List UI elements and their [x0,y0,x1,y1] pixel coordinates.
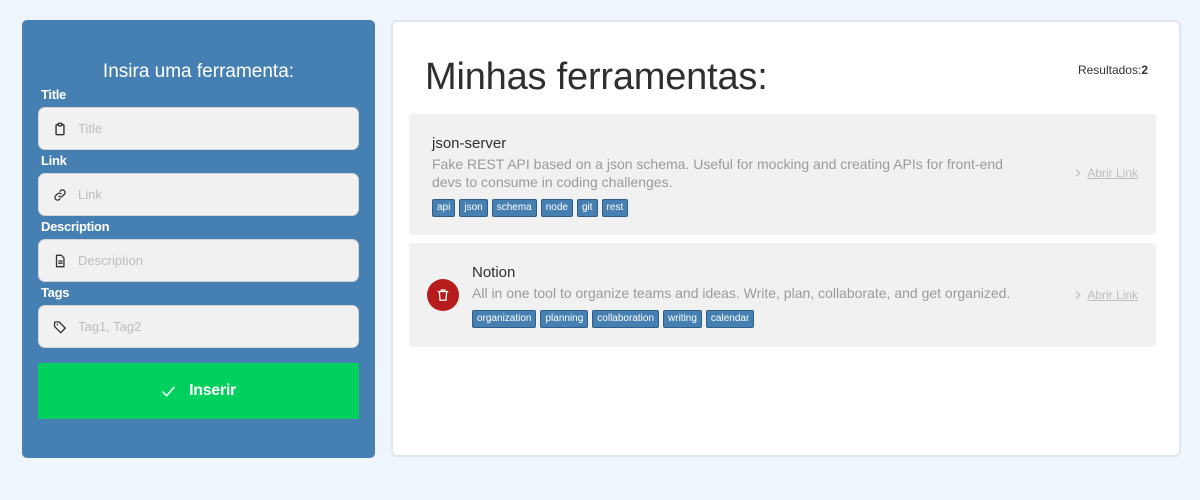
tool-card: json-server Fake REST API based on a jso… [409,114,1156,235]
title-field[interactable] [38,107,359,150]
tag-badge[interactable]: json [459,199,488,217]
tag-badge[interactable]: rest [601,199,629,217]
form-title: Insira uma ferramenta: [102,61,295,82]
insert-button[interactable]: Inserir [38,363,359,419]
tags-field[interactable] [38,305,359,348]
delete-button[interactable] [427,279,459,311]
tag-badge[interactable]: node [540,199,573,217]
tag-icon [53,320,67,334]
tool-description: Fake REST API based on a json schema. Us… [432,156,1003,190]
tag-badge[interactable]: calendar [705,310,755,328]
open-link-label: Abrir Link [1087,288,1138,302]
results-number: 2 [1141,63,1148,77]
tool-card: Notion All in one tool to organize teams… [409,243,1156,347]
tool-description: All in one tool to organize teams and id… [472,285,1011,301]
open-link[interactable]: Abrir Link [1074,166,1138,180]
description-label: Description [41,219,110,234]
results-label: Resultados: [1077,63,1142,77]
tag-list: api json schema node git rest [432,199,1032,217]
description-input[interactable] [78,253,318,268]
tag-badge[interactable]: git [576,199,598,217]
title-label: Title [41,87,66,102]
add-tool-form: Insira uma ferramenta: Title Link Descri… [22,20,375,458]
page-title: Minhas ferramentas: [425,56,768,98]
tag-badge[interactable]: schema [491,199,537,217]
open-link[interactable]: Abrir Link [1074,288,1138,302]
check-icon [161,384,176,399]
results-count: Resultados:2 [1078,63,1148,77]
tool-name: Notion [472,264,516,281]
insert-button-label: Inserir [189,382,236,399]
link-field[interactable] [38,173,359,216]
tag-badge[interactable]: organization [472,310,537,328]
open-link-label: Abrir Link [1087,166,1138,180]
tag-badge[interactable]: planning [540,310,589,328]
tool-card-body: Notion All in one tool to organize teams… [472,264,1072,328]
tool-card-body: json-server Fake REST API based on a jso… [432,135,1032,217]
link-icon [53,188,67,202]
chevron-right-icon [1074,169,1082,177]
tool-name: json-server [432,135,507,152]
chevron-right-icon [1074,291,1082,299]
link-label: Link [41,153,67,168]
title-input[interactable] [78,121,318,136]
description-field[interactable] [38,239,359,282]
tag-badge[interactable]: writing [663,310,702,328]
link-input[interactable] [78,187,318,202]
document-icon [53,254,67,268]
tools-panel: Minhas ferramentas: Resultados:2 json-se… [391,20,1181,457]
trash-icon [436,288,450,302]
tag-badge[interactable]: api [432,199,456,217]
tags-input[interactable] [78,319,318,334]
clipboard-icon [53,122,67,136]
tag-list: organization planning collaboration writ… [472,310,1072,328]
tags-label: Tags [41,285,70,300]
tag-badge[interactable]: collaboration [592,310,660,328]
